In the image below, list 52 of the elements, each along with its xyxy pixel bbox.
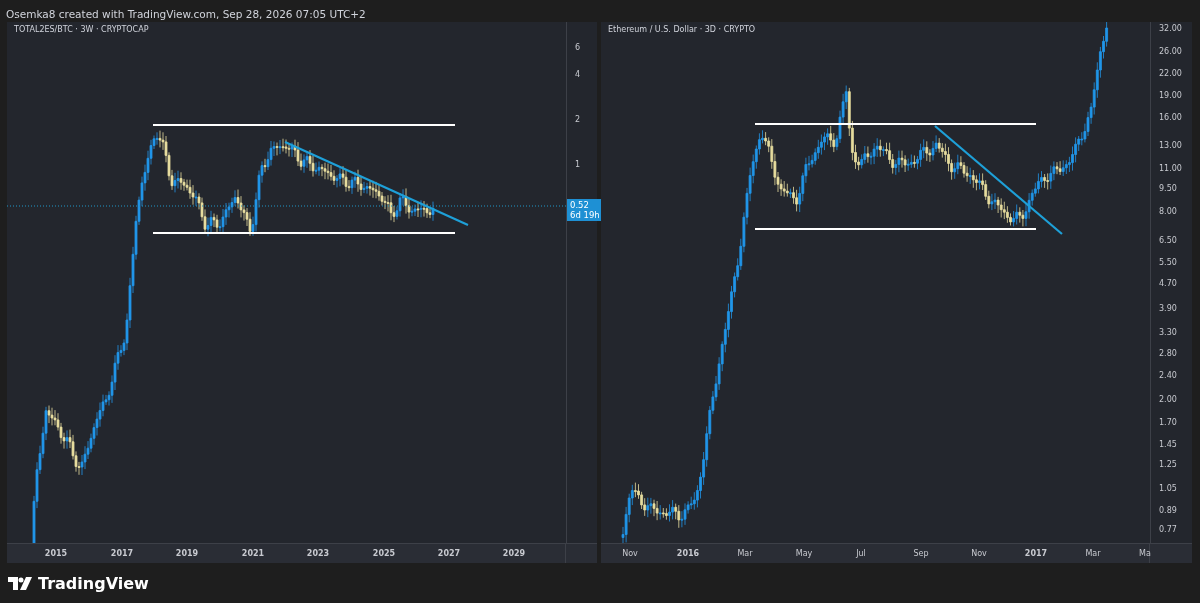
price-tick-label: 6	[575, 42, 581, 52]
price-tick-label: 32.00	[1159, 23, 1182, 33]
price-tick-label: 3.30	[1159, 327, 1177, 337]
chart-title: Ethereum / U.S. Dollar · 3D · CRYPTO	[608, 25, 756, 34]
price-tick-label: 13.00	[1159, 140, 1182, 150]
time-tick-label: 2016	[676, 549, 700, 558]
time-tick-label: 2025	[372, 549, 396, 558]
price-tick-label: 4	[575, 69, 581, 79]
price-tick-label: 0.77	[1159, 524, 1177, 534]
price-tick-label: 6.50	[1159, 235, 1177, 245]
chart-credit-text: Osemka8 created with TradingView.com, Sep 28, 2026 07:05 UTC+2	[6, 8, 366, 20]
price-tick-label: 2	[575, 114, 581, 124]
price-tick-label: 3.90	[1159, 303, 1177, 313]
price-label: 0.52	[570, 200, 590, 210]
time-tick-label: 2019	[175, 549, 199, 558]
price-tick-label: 0.89	[1159, 505, 1177, 515]
countdown-label: 6d 19h	[570, 210, 600, 220]
time-tick-label: 2023	[306, 549, 330, 558]
time-tick-label: 2017	[1024, 549, 1048, 558]
price-tick-label: 11.00	[1159, 163, 1182, 173]
price-tick-label: 8.00	[1159, 206, 1177, 216]
price-tick-label: 22.00	[1159, 68, 1182, 78]
price-tick-label: 19.00	[1159, 90, 1182, 100]
time-tick-label: Ma	[1139, 549, 1151, 558]
time-tick-label: 2027	[437, 549, 461, 558]
price-tick-label: 2.80	[1159, 348, 1177, 358]
price-tick-label: 2.00	[1159, 394, 1177, 404]
time-tick-label: 2015	[44, 549, 68, 558]
time-tick-label: Sep	[913, 549, 929, 558]
price-tick-label: 16.00	[1159, 112, 1182, 122]
time-tick-label: 2017	[110, 549, 134, 558]
price-tick-label: 1.05	[1159, 483, 1177, 493]
time-tick-label: May	[795, 549, 813, 558]
logo-icon	[8, 576, 32, 590]
price-tick-label: 1.45	[1159, 439, 1177, 449]
price-tick-label: 1.70	[1159, 417, 1177, 427]
price-tick-label: 5.50	[1159, 257, 1177, 267]
price-tick-label: 1.25	[1159, 459, 1177, 469]
price-tick-label: 1	[575, 159, 581, 169]
logo-text: TradingView	[38, 573, 149, 593]
time-tick-label: Nov	[622, 549, 638, 558]
price-tick-label: 9.50	[1159, 183, 1177, 193]
time-tick-label: Mar	[737, 549, 753, 558]
chart-title: TOTAL2ES/BTC · 3W · CRYPTOCAP	[14, 25, 149, 34]
time-tick-label: 2021	[241, 549, 265, 558]
time-tick-label: Jul	[856, 549, 866, 558]
time-tick-label: 2029	[502, 549, 526, 558]
time-tick-label: Mar	[1085, 549, 1101, 558]
price-tick-label: 4.70	[1159, 278, 1177, 288]
time-tick-label: Nov	[971, 549, 987, 558]
price-tick-label: 26.00	[1159, 46, 1182, 56]
price-tick-label: 2.40	[1159, 370, 1177, 380]
